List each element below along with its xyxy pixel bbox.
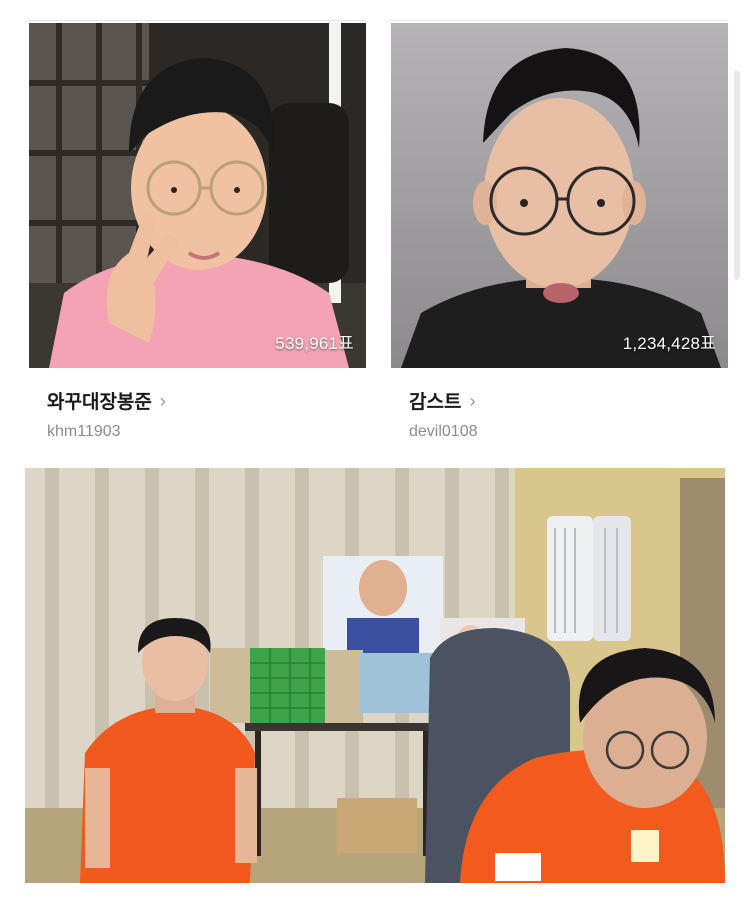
streamer-thumbnail-left[interactable]: 539,961표 bbox=[29, 23, 366, 368]
streamer-card-left[interactable]: 539,961표 와꾸대장봉준 › khm11903 bbox=[29, 20, 366, 453]
stream-photo-image bbox=[25, 468, 725, 883]
stream-screenshot bbox=[25, 468, 725, 883]
chevron-right-icon: › bbox=[469, 390, 476, 411]
streamer-name-link[interactable]: 와꾸대장봉준 › bbox=[47, 387, 166, 414]
top-spacer bbox=[0, 0, 750, 18]
streamer-thumbnail-right[interactable]: 1,234,428표 bbox=[391, 23, 728, 368]
thumbnail-image bbox=[391, 23, 728, 368]
streamer-handle: devil0108 bbox=[409, 423, 478, 440]
streamer-name: 와꾸대장봉준 bbox=[47, 392, 152, 413]
thumbnail-image bbox=[29, 23, 366, 368]
streamer-name-link[interactable]: 감스트 › bbox=[409, 387, 475, 414]
vote-count: 1,234,428표 bbox=[622, 334, 716, 353]
vote-count: 539,961표 bbox=[275, 334, 354, 353]
streamer-card-right[interactable]: 1,234,428표 감스트 › devil0108 bbox=[391, 20, 728, 453]
scrollbar-track[interactable] bbox=[734, 70, 740, 280]
streamer-name: 감스트 bbox=[409, 392, 462, 413]
chevron-right-icon: › bbox=[159, 390, 166, 411]
streamer-handle: khm11903 bbox=[47, 423, 121, 440]
